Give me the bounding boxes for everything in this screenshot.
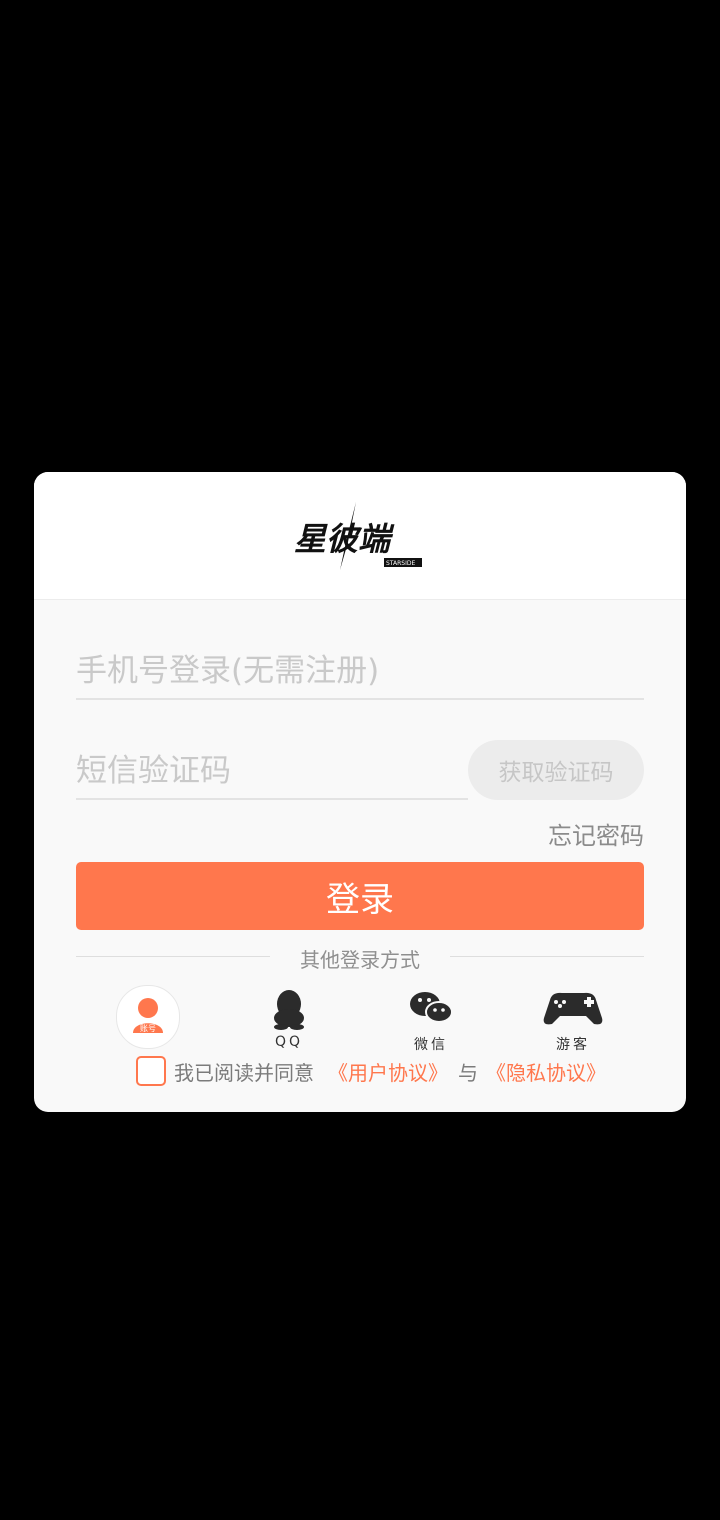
qq-label: QQ	[274, 1034, 304, 1050]
privacy-link[interactable]: 《隐私协议》	[486, 1057, 606, 1086]
divider-left	[76, 956, 270, 957]
get-code-button[interactable]: 获取验证码	[468, 740, 644, 800]
wechat-label: 微信	[414, 1037, 448, 1053]
qq-penguin-icon	[274, 990, 304, 1030]
divider-right	[450, 956, 644, 957]
account-login-button[interactable]: 账号	[116, 985, 180, 1049]
agreement-checkbox[interactable]	[136, 1056, 166, 1086]
sms-code-field[interactable]	[76, 744, 468, 800]
user-icon: 账号	[133, 998, 163, 1033]
other-login-label: 其他登录方式	[300, 948, 420, 972]
agreement-prefix: 我已阅读并同意	[174, 1060, 314, 1085]
user-agreement-link[interactable]: 《用户协议》	[328, 1057, 448, 1086]
wechat-login-button[interactable]: 微信	[390, 984, 472, 1053]
phone-input[interactable]	[76, 653, 644, 689]
guest-login-button[interactable]: 游客	[532, 984, 614, 1053]
agreement-row: 我已阅读并同意 《用户协议》 与 《隐私协议》	[136, 1053, 606, 1089]
login-dialog: 星彼端 STARSIDE 获取验证码 忘记密码 登录 其他登录方式 账号 QQ	[34, 472, 686, 1112]
wechat-icon	[410, 992, 453, 1023]
starside-logo: 星彼端 STARSIDE	[294, 502, 422, 570]
login-button[interactable]: 登录	[76, 862, 644, 930]
agreement-joiner: 与	[458, 1060, 478, 1085]
forgot-password-link[interactable]: 忘记密码	[548, 816, 644, 851]
qq-login-button[interactable]: QQ	[248, 984, 330, 1052]
guest-label: 游客	[556, 1037, 590, 1053]
sms-code-input[interactable]	[76, 753, 468, 789]
phone-field[interactable]	[76, 644, 644, 700]
gamepad-icon	[543, 992, 603, 1025]
account-label: 账号	[140, 1024, 156, 1033]
dialog-header: 星彼端 STARSIDE	[34, 472, 686, 600]
logo-subtext: STARSIDE	[386, 560, 415, 567]
